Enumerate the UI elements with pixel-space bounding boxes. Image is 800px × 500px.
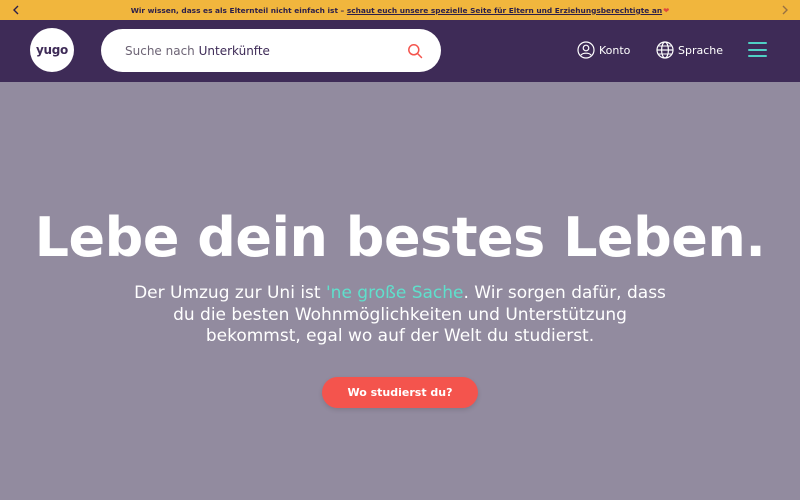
hero-section: Lebe dein bestes Leben. Der Umzug zur Un… — [0, 82, 800, 500]
account-link[interactable]: Konto — [577, 40, 630, 60]
parent-banner: Wir wissen, dass es als Elternteil nicht… — [0, 0, 800, 20]
hero-description: Der Umzug zur Uni ist 'ne große Sache. W… — [130, 283, 670, 348]
where-do-you-study-button[interactable]: Wo studierst du? — [322, 377, 478, 408]
search-icon[interactable] — [407, 43, 423, 59]
banner-message: Wir wissen, dass es als Elternteil nicht… — [131, 6, 670, 15]
banner-text: Wir wissen, dass es als Elternteil nicht… — [130, 5, 347, 15]
language-link[interactable]: Sprache — [656, 40, 723, 60]
menu-bar — [748, 42, 767, 44]
parents-page-link[interactable]: schaut euch unsere spezielle Seite für E… — [347, 6, 662, 15]
heart-icon: ❤ — [663, 5, 670, 15]
hero-text-highlight: 'ne große Sache — [326, 283, 464, 303]
hero-text-part1: Der Umzug zur Uni ist — [134, 283, 326, 303]
search-input[interactable]: Suche nach Unterkünfte — [125, 44, 407, 58]
account-label: Konto — [599, 43, 631, 57]
globe-icon — [656, 41, 674, 59]
hero-title: Lebe dein bestes Leben. — [34, 206, 766, 269]
search-placeholder-prefix: Suche nach — [125, 43, 199, 58]
menu-bar — [748, 55, 767, 57]
yugo-logo[interactable]: yugo — [30, 28, 74, 72]
banner-prev-arrow-icon[interactable] — [5, 0, 25, 20]
banner-next-arrow-icon[interactable] — [775, 0, 795, 20]
user-icon — [577, 41, 595, 59]
hamburger-menu-icon[interactable] — [748, 42, 767, 57]
language-label: Sprache — [678, 43, 724, 57]
main-navigation: yugo Suche nach Unterkünfte Konto Sprach… — [0, 20, 800, 82]
menu-bar — [748, 48, 767, 51]
search-bar[interactable]: Suche nach Unterkünfte — [101, 29, 441, 72]
search-placeholder-term: Unterkünfte — [198, 43, 270, 58]
